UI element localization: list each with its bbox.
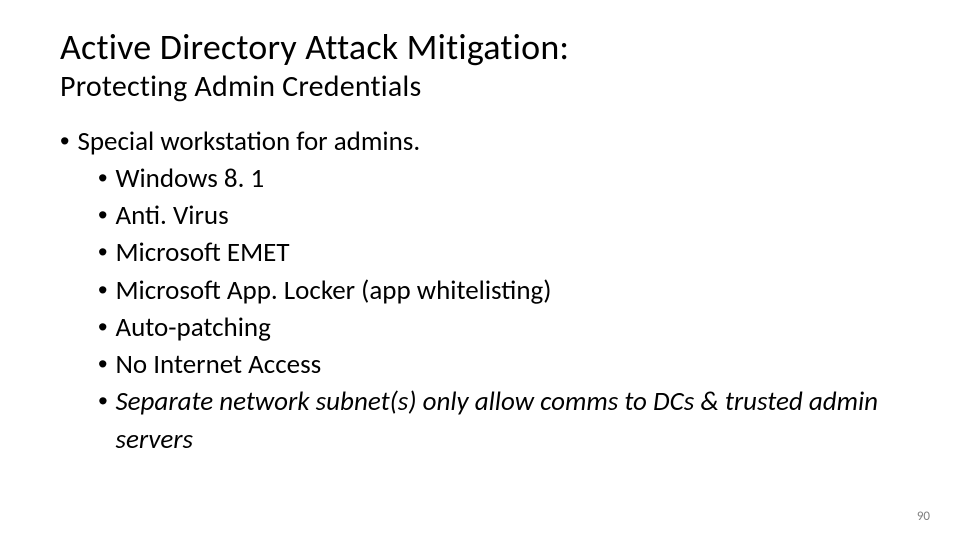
bullet-list: • Special workstation for admins. • Wind… (60, 123, 900, 458)
list-item: • Microsoft EMET (98, 234, 900, 271)
bullet-icon: • (98, 197, 107, 234)
list-item: • Separate network subnet(s) only allow … (98, 383, 900, 458)
list-item: • Auto-patching (98, 309, 900, 346)
list-item-text: Auto-patching (115, 309, 270, 346)
bullet-icon: • (98, 346, 107, 383)
sub-list: • Windows 8. 1 • Anti. Virus • Microsoft… (98, 160, 900, 458)
list-item: • Microsoft App. Locker (app whitelistin… (98, 272, 900, 309)
list-item: • No Internet Access (98, 346, 900, 383)
bullet-icon: • (98, 309, 107, 346)
list-item-text: Special workstation for admins. (77, 123, 420, 160)
bullet-icon: • (98, 234, 107, 271)
slide-subtitle: Protecting Admin Credentials (60, 70, 900, 103)
bullet-icon: • (98, 272, 107, 309)
list-item-text: Microsoft App. Locker (app whitelisting) (115, 272, 551, 309)
list-item-text: Separate network subnet(s) only allow co… (115, 383, 900, 458)
slide-number: 90 (917, 509, 930, 524)
slide-title: Active Directory Attack Mitigation: (60, 28, 900, 68)
list-item-text: No Internet Access (115, 346, 321, 383)
list-item: • Special workstation for admins. (60, 123, 900, 160)
list-item: • Anti. Virus (98, 197, 900, 234)
bullet-icon: • (98, 160, 107, 197)
list-item-text: Microsoft EMET (115, 234, 289, 271)
bullet-icon: • (98, 383, 107, 420)
list-item: • Windows 8. 1 (98, 160, 900, 197)
bullet-icon: • (60, 123, 69, 160)
list-item-text: Windows 8. 1 (115, 160, 264, 197)
list-item-text: Anti. Virus (115, 197, 228, 234)
